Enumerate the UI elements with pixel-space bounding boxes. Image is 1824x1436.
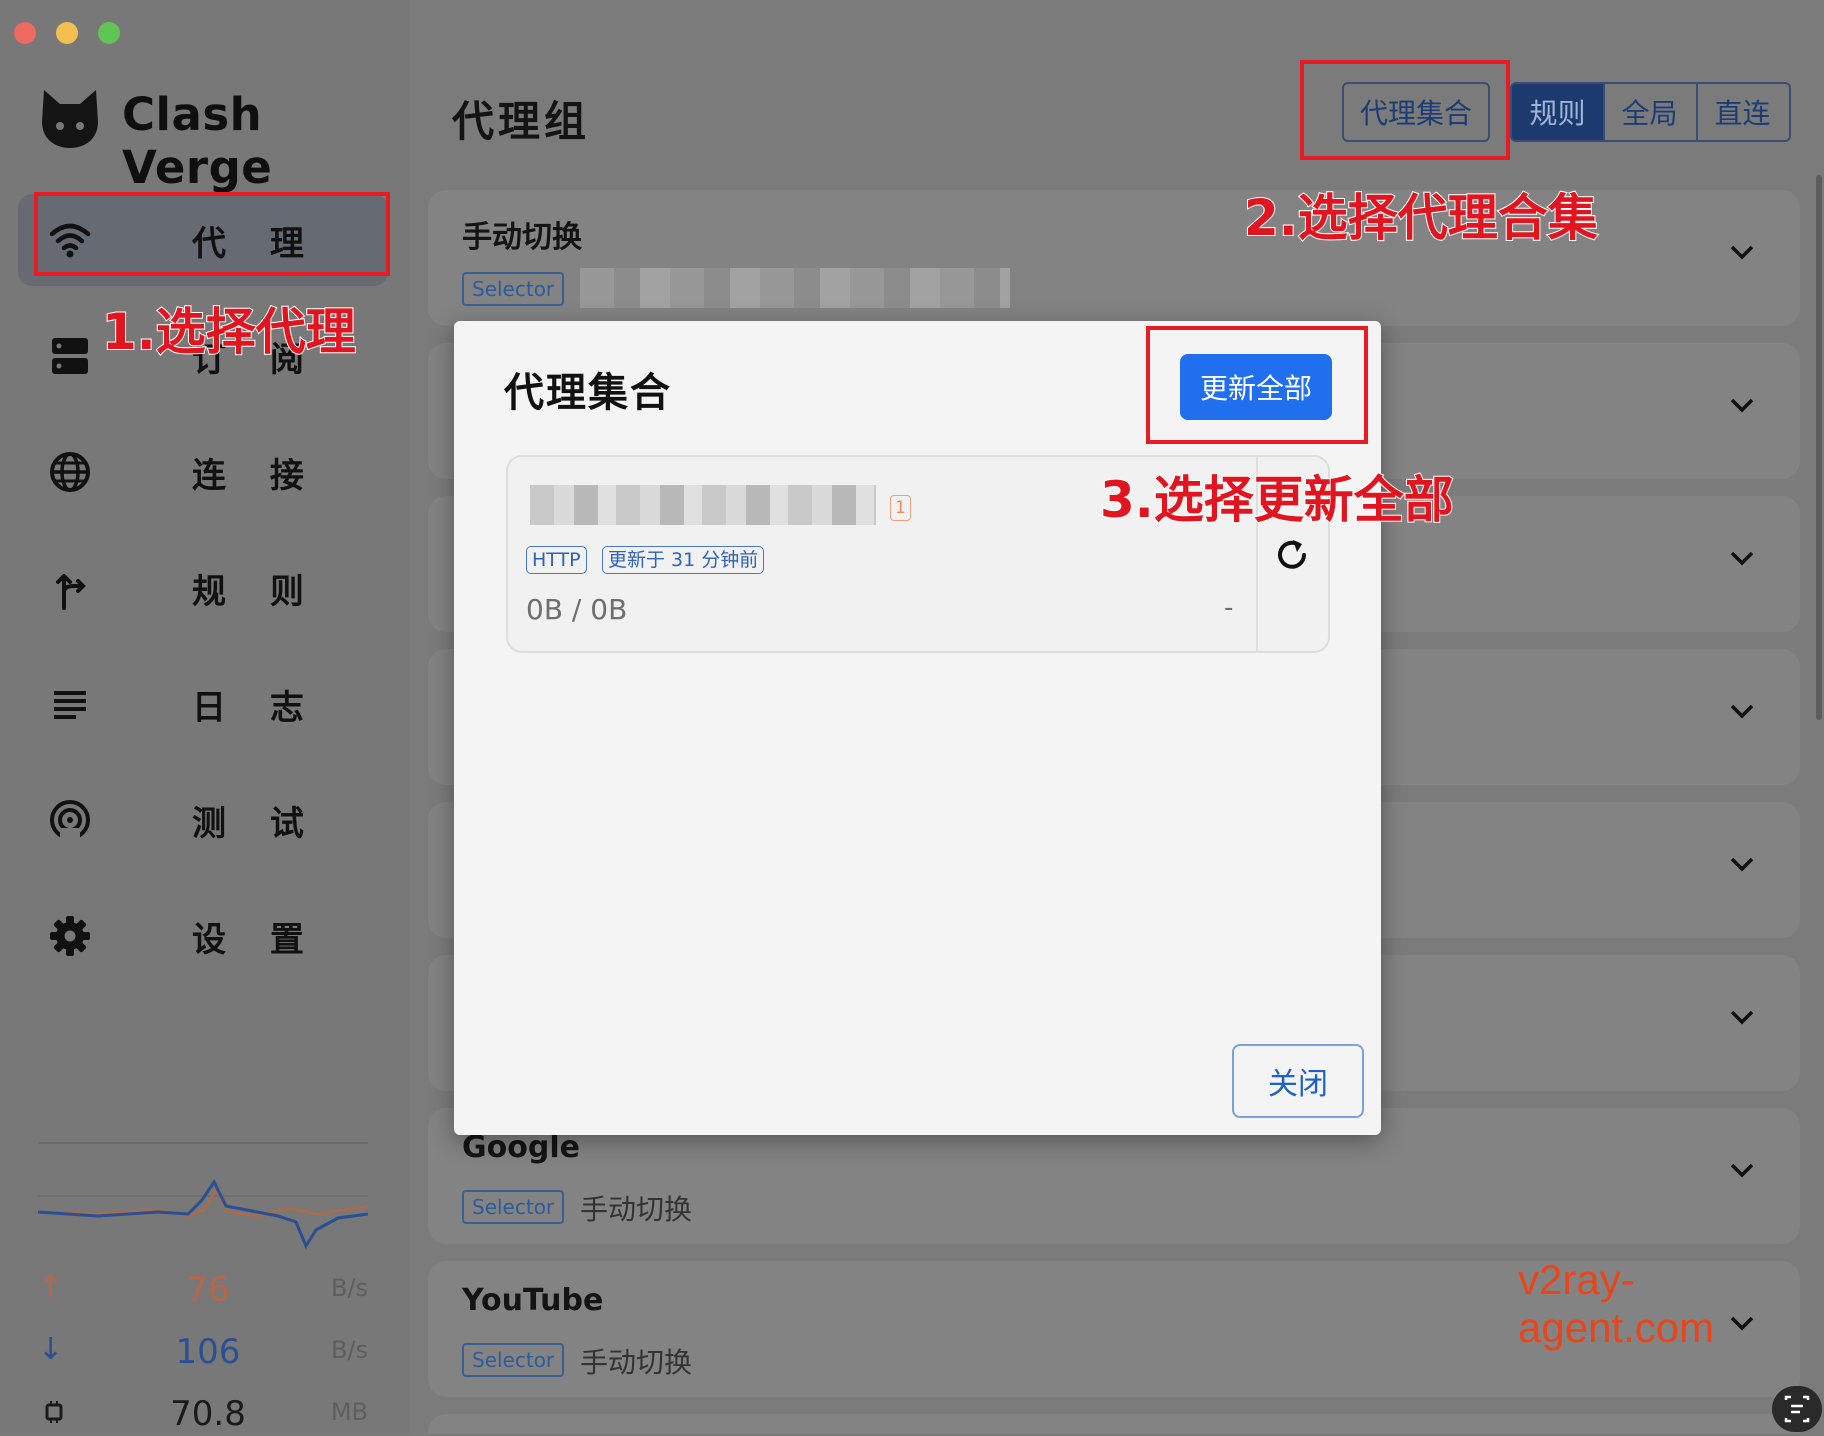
- chevron-down-icon[interactable]: [1724, 234, 1760, 270]
- chevron-down-icon[interactable]: [1724, 693, 1760, 729]
- group-type-badge: Selector: [462, 1343, 565, 1377]
- blurred-current-proxy: [580, 268, 1010, 308]
- annotation-step2: 2.选择代理合集: [1243, 188, 1599, 248]
- mode-rule-button[interactable]: 规则: [1510, 82, 1605, 142]
- arrow-down-icon: ↓: [38, 1332, 64, 1367]
- dialog-title: 代理集合: [504, 370, 672, 416]
- mode-global-button[interactable]: 全局: [1603, 82, 1698, 142]
- chevron-down-icon[interactable]: [1724, 540, 1760, 576]
- annotation-step1: 1.选择代理: [101, 302, 357, 362]
- scrollbar[interactable]: [1816, 175, 1822, 720]
- chip-icon: [45, 1401, 63, 1423]
- chevron-down-icon[interactable]: [1724, 846, 1760, 882]
- group-name: YouTube: [462, 1283, 604, 1318]
- list-icon: [54, 691, 86, 719]
- annotation-box: [1146, 326, 1368, 444]
- arrow-up-icon: ↑: [38, 1270, 64, 1305]
- sidebar-item-settings[interactable]: 设 置: [18, 890, 388, 982]
- chevron-down-icon[interactable]: [1724, 387, 1760, 423]
- globe-icon: [50, 452, 90, 492]
- fork-icon: [56, 574, 86, 610]
- close-window-button[interactable]: [14, 22, 36, 44]
- memory-usage: 70.8 MB: [38, 1394, 368, 1434]
- page-title: 代理组: [452, 97, 591, 146]
- annotation-box: [1300, 60, 1510, 160]
- chevron-down-icon[interactable]: [1724, 999, 1760, 1035]
- zoom-window-button[interactable]: [98, 22, 120, 44]
- download-value: 106: [175, 1332, 241, 1372]
- minimize-window-button[interactable]: [56, 22, 78, 44]
- group-type-badge: Selector: [462, 272, 565, 306]
- upload-unit: B/s: [330, 1274, 368, 1302]
- cat-logo-icon: [42, 90, 98, 148]
- sidebar-item-label: 连 接: [192, 456, 320, 496]
- group-type-badge: Selector: [462, 1190, 565, 1224]
- sidebar-item-label: 设 置: [192, 920, 320, 960]
- download-unit: B/s: [330, 1336, 368, 1364]
- traffic-graph: [38, 1142, 368, 1250]
- updated-time-badge: 更新于 31 分钟前: [602, 546, 765, 574]
- sidebar-item-label: 规 则: [192, 572, 320, 612]
- group-current-proxy: 手动切换: [580, 1193, 693, 1226]
- mode-direct-button[interactable]: 直连: [1696, 82, 1791, 142]
- annotation-step3: 3.选择更新全部: [1099, 470, 1455, 530]
- screen-capture-icon[interactable]: [1772, 1386, 1822, 1432]
- provider-type-badge: HTTP: [526, 546, 587, 574]
- memory-value: 70.8: [170, 1394, 246, 1434]
- provider-expire: -: [1224, 593, 1234, 623]
- sidebar-item-label: 测 试: [192, 804, 320, 844]
- close-dialog-button[interactable]: 关闭: [1232, 1044, 1364, 1118]
- radar-icon: [50, 800, 90, 842]
- provider-usage: 0B / 0B: [526, 593, 628, 626]
- sidebar-item-connections[interactable]: 连 接: [18, 426, 388, 518]
- gear-icon: [50, 916, 90, 956]
- sidebar-item-logs[interactable]: 日 志: [18, 658, 388, 750]
- app-title: Clash Verge: [122, 88, 273, 194]
- group-current-proxy: 手动切换: [580, 1346, 693, 1379]
- server-icon: [52, 338, 88, 374]
- proxy-count-badge: 1: [890, 495, 911, 521]
- upload-value: 76: [186, 1270, 230, 1310]
- blurred-provider-name: [530, 485, 876, 525]
- sidebar-item-rules[interactable]: 规 则: [18, 542, 388, 634]
- sidebar-item-test[interactable]: 测 试: [18, 774, 388, 866]
- chevron-down-icon[interactable]: [1724, 1152, 1760, 1188]
- download-speed: ↓ 106 B/s: [38, 1332, 368, 1372]
- memory-unit: MB: [330, 1398, 368, 1426]
- proxy-group-card[interactable]: [428, 1414, 1800, 1434]
- watermark: v2ray-agent.com: [1518, 1256, 1715, 1351]
- refresh-icon[interactable]: [1272, 535, 1312, 575]
- annotation-box: [34, 192, 390, 276]
- group-name: Google: [462, 1130, 580, 1165]
- upload-speed: ↑ 76 B/s: [38, 1270, 368, 1310]
- sidebar-item-label: 日 志: [192, 688, 320, 728]
- group-name: 手动切换: [462, 220, 582, 255]
